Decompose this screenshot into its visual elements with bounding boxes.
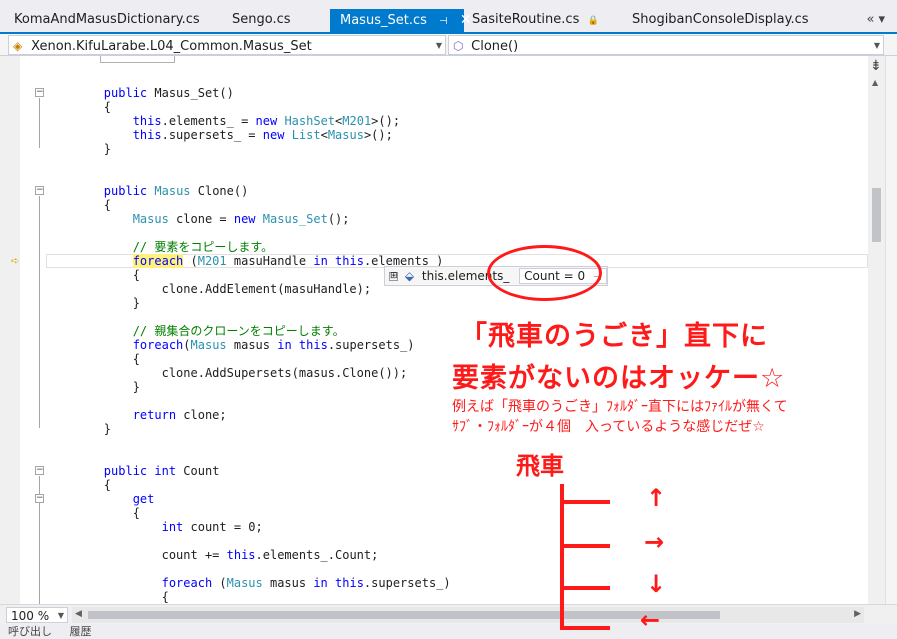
code-line[interactable]: public Masus_Set(): [46, 86, 234, 100]
tree-branch: [560, 626, 610, 630]
code-line[interactable]: foreach(Masus masus in this.supersets_): [46, 338, 415, 352]
class-icon: ◈: [13, 39, 23, 53]
code-line[interactable]: get: [46, 492, 155, 506]
down-arrow-icon: ↓: [646, 570, 667, 598]
indicator-margin[interactable]: [0, 56, 20, 604]
scroll-left-icon[interactable]: ◀: [75, 609, 82, 619]
annotation-note-1: 例えば「飛車のうごき」ﾌｫﾙﾀﾞｰ直下にはﾌｧｲﾙが無くて: [452, 399, 788, 415]
member-dropdown[interactable]: ⬡ Clone() ▼: [448, 35, 884, 55]
tree-root-label: 飛車: [516, 452, 564, 480]
navigation-bar: ◈ Xenon.KifuLarabe.L04_Common.Masus_Set …: [0, 34, 897, 56]
tab-label: ShogibanConsoleDisplay.cs: [632, 12, 809, 27]
chevron-down-icon: ▼: [435, 41, 442, 50]
collapse-icon[interactable]: −: [35, 494, 44, 503]
tab-shogibanconsoledisplay[interactable]: ShogibanConsoleDisplay.cs: [622, 9, 809, 31]
method-icon: ⬡: [453, 39, 464, 53]
split-window-icon[interactable]: ⇟: [870, 58, 882, 74]
code-line[interactable]: clone.AddElement(masuHandle);: [46, 282, 372, 296]
code-line[interactable]: this.elements_ = new HashSet<M201>();: [46, 114, 400, 128]
current-statement-arrow-icon: ➪: [11, 256, 20, 267]
annotation-circle: [487, 245, 602, 301]
tool-tab-history[interactable]: 履歴: [70, 625, 92, 638]
code-line[interactable]: return clone;: [46, 408, 227, 422]
object-icon: ⬙: [404, 269, 415, 283]
code-line[interactable]: public Masus Clone(): [46, 184, 249, 198]
tab-overflow-icon[interactable]: «▾: [867, 12, 889, 27]
code-line[interactable]: Masus clone = new Masus_Set();: [46, 212, 350, 226]
scroll-up-icon[interactable]: ▲: [872, 78, 878, 87]
editor-right-edge: [885, 56, 897, 604]
tab-label: Masus_Set.cs: [340, 13, 427, 28]
pin-tab-icon[interactable]: ⊣: [439, 16, 448, 27]
up-arrow-icon: ↑: [646, 484, 667, 512]
annotation-note-2: ｻﾌﾞ・ﾌｫﾙﾀﾞｰが４個 入っているような感じだぜ☆: [452, 419, 765, 435]
zoom-dropdown[interactable]: 100 % ▼: [6, 607, 68, 623]
expand-icon[interactable]: ⊞: [389, 272, 398, 281]
code-line[interactable]: {: [46, 198, 111, 212]
collapse-icon[interactable]: −: [35, 88, 44, 97]
code-line[interactable]: }: [46, 142, 111, 156]
code-comment[interactable]: // 要素をコピーします。: [46, 240, 273, 254]
code-line[interactable]: }: [46, 422, 111, 436]
document-tab-strip: KomaAndMasusDictionary.cs Sengo.cs Masus…: [0, 0, 897, 34]
tool-tab-call[interactable]: 呼び出し: [8, 625, 52, 638]
type-dropdown[interactable]: ◈ Xenon.KifuLarabe.L04_Common.Masus_Set …: [8, 35, 446, 55]
tab-label: KomaAndMasusDictionary.cs: [14, 12, 200, 27]
code-line[interactable]: int count = 0;: [46, 520, 263, 534]
horizontal-scrollbar-thumb[interactable]: [88, 611, 720, 619]
zoom-value: 100 %: [11, 609, 50, 623]
tree-trunk-end: [560, 604, 564, 628]
code-line[interactable]: {: [46, 506, 140, 520]
tab-sengo[interactable]: Sengo.cs: [222, 9, 291, 31]
chevron-down-icon: ▼: [873, 41, 880, 50]
code-line[interactable]: public int Count: [46, 464, 220, 478]
tree-branch: [560, 544, 610, 548]
code-comment[interactable]: // 親集合のクローンをコピーします。: [46, 324, 345, 338]
tab-label: Sengo.cs: [232, 12, 291, 27]
tree-branch: [560, 586, 610, 590]
code-line[interactable]: }: [46, 380, 140, 394]
editor-bottom-bar: 100 % ▼ ◀ ▶: [0, 604, 897, 624]
tool-window-tabs: 呼び出し 履歴: [0, 624, 897, 639]
vertical-scrollbar[interactable]: ▲: [868, 56, 885, 604]
code-line[interactable]: }: [46, 296, 140, 310]
horizontal-scrollbar[interactable]: ◀ ▶: [72, 607, 864, 623]
tab-masus-set[interactable]: Masus_Set.cs ⊣ ✕: [330, 9, 472, 33]
code-line[interactable]: {: [46, 590, 169, 604]
right-arrow-icon: →: [644, 528, 665, 556]
collapse-icon[interactable]: −: [35, 466, 44, 475]
tab-label: SasiteRoutine.cs: [472, 12, 580, 27]
code-line[interactable]: {: [46, 478, 111, 492]
tab-sasiteroutine[interactable]: SasiteRoutine.cs 🔒: [462, 9, 599, 31]
code-line[interactable]: {: [46, 100, 111, 114]
code-line[interactable]: clone.AddSupersets(masus.Clone());: [46, 366, 408, 380]
code-editor[interactable]: − − − − ➪ public Masus_Set() { this.elem…: [0, 56, 897, 604]
tab-komaandmasusdictionary[interactable]: KomaAndMasusDictionary.cs: [4, 9, 200, 31]
code-line[interactable]: {: [46, 352, 140, 366]
vertical-scrollbar-thumb[interactable]: [872, 188, 881, 242]
code-line[interactable]: this.supersets_ = new List<Masus>();: [46, 128, 393, 142]
member-dropdown-value: Clone(): [471, 39, 519, 54]
outline-guide: [39, 98, 40, 148]
code-line[interactable]: count += this.elements_.Count;: [46, 548, 379, 562]
annotation-heading-1: 「飛車のうごき」直下に: [460, 321, 768, 352]
collapsed-region-box: [100, 56, 175, 63]
annotation-heading-2: 要素がないのはオッケー☆: [452, 363, 786, 394]
code-line[interactable]: foreach (Masus masus in this.supersets_): [46, 576, 451, 590]
code-line[interactable]: {: [46, 268, 140, 282]
chevron-down-icon: ▼: [57, 611, 64, 620]
scroll-right-icon[interactable]: ▶: [854, 609, 861, 619]
type-dropdown-value: Xenon.KifuLarabe.L04_Common.Masus_Set: [31, 39, 312, 54]
lock-icon: 🔒: [587, 16, 599, 26]
collapse-icon[interactable]: −: [35, 186, 44, 195]
outline-guide: [39, 196, 40, 428]
left-arrow-icon: ←: [640, 606, 661, 634]
tree-branch: [560, 500, 610, 504]
